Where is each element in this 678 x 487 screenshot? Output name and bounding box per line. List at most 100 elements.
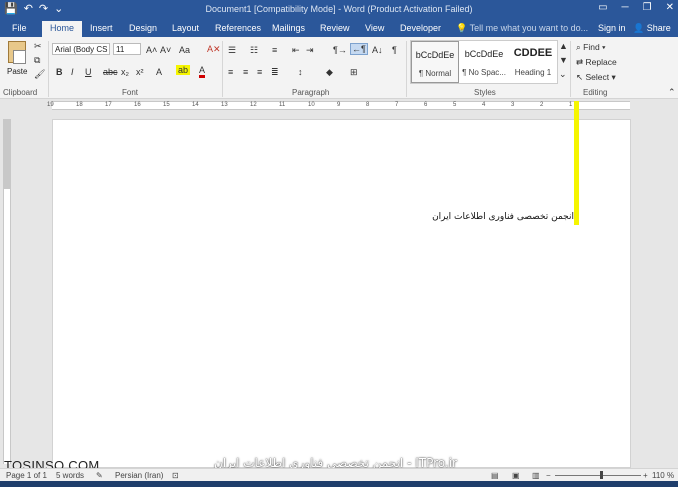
horizontal-ruler[interactable]: 19 18 17 16 15 14 13 12 11 10 9 8 7 6 5 … xyxy=(47,101,630,110)
page-count[interactable]: Page 1 of 1 xyxy=(6,471,47,480)
macro-record-icon[interactable]: ⊡ xyxy=(172,471,179,480)
shrink-font-button[interactable]: A˅ xyxy=(160,45,171,55)
ruler-mark: 12 xyxy=(250,102,257,108)
highlight-color-icon[interactable]: ab xyxy=(176,65,191,75)
align-right-icon[interactable]: ≡ xyxy=(257,67,262,77)
shading-icon[interactable]: ◆ xyxy=(326,67,333,78)
tab-references[interactable]: References xyxy=(215,23,261,33)
align-left-icon[interactable]: ≡ xyxy=(228,67,233,77)
font-name-select[interactable]: Arial (Body CS xyxy=(52,43,110,55)
ribbon-home: Paste ✂ ⧉ 🖌 Clipboard Arial (Body CS 11 … xyxy=(0,37,678,99)
format-painter-icon[interactable]: 🖌 xyxy=(34,69,45,80)
zoom-slider-thumb[interactable] xyxy=(600,471,603,479)
vertical-scrollbar[interactable] xyxy=(666,111,676,466)
zoom-level[interactable]: 110 % xyxy=(652,471,674,480)
copy-icon[interactable]: ⧉ xyxy=(34,55,40,66)
vertical-ruler-margin xyxy=(4,119,10,189)
styles-scroll-down-icon[interactable]: ▼ xyxy=(559,55,568,65)
cut-icon[interactable]: ✂ xyxy=(34,41,42,52)
style-no-spacing[interactable]: bCcDdEe ¶ No Spac... xyxy=(460,41,508,83)
find-button[interactable]: ⌕ Find ▾ xyxy=(576,42,606,53)
align-center-icon[interactable]: ≡ xyxy=(243,67,248,77)
tab-view[interactable]: View xyxy=(365,23,384,33)
strikethrough-button[interactable]: abc xyxy=(103,67,118,77)
word-count[interactable]: 5 words xyxy=(56,471,84,480)
proofing-icon[interactable]: ✎ xyxy=(96,471,103,480)
increase-indent-icon[interactable]: ⇥ xyxy=(306,45,314,56)
ruler-mark: 14 xyxy=(192,102,199,108)
share-button[interactable]: 👤 Share xyxy=(633,23,671,34)
decrease-indent-icon[interactable]: ⇤ xyxy=(292,45,300,56)
line-spacing-icon[interactable]: ↕ xyxy=(298,67,303,77)
ruler-mark: 9 xyxy=(337,102,341,108)
tab-review[interactable]: Review xyxy=(320,23,350,33)
tab-layout[interactable]: Layout xyxy=(172,23,199,33)
clipboard-icon[interactable] xyxy=(8,41,26,64)
close-button[interactable]: ✕ xyxy=(666,2,674,13)
tab-home[interactable]: Home xyxy=(42,21,83,37)
tab-insert[interactable]: Insert xyxy=(90,23,113,33)
style-name: ¶ Normal xyxy=(418,69,452,78)
editing-group-label: Editing xyxy=(583,88,608,97)
font-color-icon[interactable]: A xyxy=(199,65,206,78)
bold-button[interactable]: B xyxy=(56,67,63,77)
change-case-button[interactable]: Aa xyxy=(179,45,190,55)
select-button[interactable]: ↖ Select ▾ xyxy=(576,72,616,83)
tab-design[interactable]: Design xyxy=(129,23,157,33)
group-divider xyxy=(406,41,407,97)
sign-in-link[interactable]: Sign in xyxy=(598,23,626,33)
ltr-direction-icon[interactable]: ¶→ xyxy=(333,45,347,55)
superscript-button[interactable]: x² xyxy=(136,67,144,77)
subscript-button[interactable]: x₂ xyxy=(121,67,129,77)
styles-more-icon[interactable]: ⌄ xyxy=(559,69,567,80)
language-indicator[interactable]: Persian (Iran) xyxy=(115,471,163,480)
ruler-mark: 8 xyxy=(366,102,370,108)
zoom-out-icon[interactable]: − xyxy=(546,471,551,480)
tab-developer[interactable]: Developer xyxy=(400,23,441,33)
italic-button[interactable]: I xyxy=(71,67,74,77)
sort-icon[interactable]: A↓ xyxy=(372,45,383,55)
numbering-icon[interactable]: ☷ xyxy=(250,45,258,56)
minimize-button[interactable]: ─ xyxy=(622,2,629,13)
grow-font-button[interactable]: A˄ xyxy=(146,45,157,55)
print-layout-icon[interactable]: ▣ xyxy=(512,471,520,480)
document-page[interactable]: انجمن تخصصی فناوری اطلاعات ایران xyxy=(52,119,631,468)
ruler-mark: 16 xyxy=(134,102,141,108)
zoom-slider[interactable] xyxy=(555,475,641,476)
ruler-mark: 6 xyxy=(424,102,428,108)
clipboard-group-label: Clipboard xyxy=(3,88,38,97)
tab-file[interactable]: File xyxy=(12,23,27,33)
zoom-in-icon[interactable]: + xyxy=(643,471,648,480)
multilevel-list-icon[interactable]: ≡ xyxy=(272,45,277,55)
group-divider xyxy=(48,41,49,97)
document-text[interactable]: انجمن تخصصی فناوری اطلاعات ایران xyxy=(432,212,574,222)
vertical-ruler[interactable] xyxy=(3,119,11,464)
font-size-select[interactable]: 11 xyxy=(113,43,141,55)
borders-icon[interactable]: ⊞ xyxy=(350,67,358,78)
font-group-label: Font xyxy=(122,88,139,97)
paste-button[interactable]: Paste xyxy=(7,67,27,76)
rtl-direction-icon[interactable]: ←¶ xyxy=(350,43,368,55)
justify-icon[interactable]: ≣ xyxy=(271,67,279,78)
web-layout-icon[interactable]: ▥ xyxy=(532,471,540,480)
styles-scroll-up-icon[interactable]: ▲ xyxy=(559,41,568,51)
bullets-icon[interactable]: ☰ xyxy=(228,45,236,56)
cursor-icon: ↖ xyxy=(576,72,584,82)
maximize-button[interactable]: ❐ xyxy=(643,2,652,13)
read-mode-icon[interactable]: ▤ xyxy=(491,471,499,480)
tell-me-box[interactable]: 💡 Tell me what you want to do... xyxy=(456,23,588,34)
style-heading-1[interactable]: CDDEE Heading 1 xyxy=(509,41,557,83)
window-title: Document1 [Compatibility Mode] - Word (P… xyxy=(205,4,473,14)
ribbon-display-options-button[interactable]: ▭ xyxy=(598,2,607,13)
tab-mailings[interactable]: Mailings xyxy=(272,23,305,33)
style-normal[interactable]: bCcDdEe ¶ Normal xyxy=(411,41,459,83)
replace-label: Replace xyxy=(585,57,617,67)
underline-button[interactable]: U xyxy=(85,67,92,77)
search-icon: ⌕ xyxy=(576,42,581,52)
text-effects-icon[interactable]: A xyxy=(156,67,162,77)
ribbon-tabs: File Home Insert Design Layout Reference… xyxy=(0,20,678,37)
clear-formatting-icon[interactable]: A✕ xyxy=(207,44,221,55)
replace-button[interactable]: ⇄ Replace xyxy=(576,57,617,68)
show-formatting-icon[interactable]: ¶ xyxy=(392,45,397,55)
collapse-ribbon-icon[interactable]: ⌃ xyxy=(668,87,676,98)
